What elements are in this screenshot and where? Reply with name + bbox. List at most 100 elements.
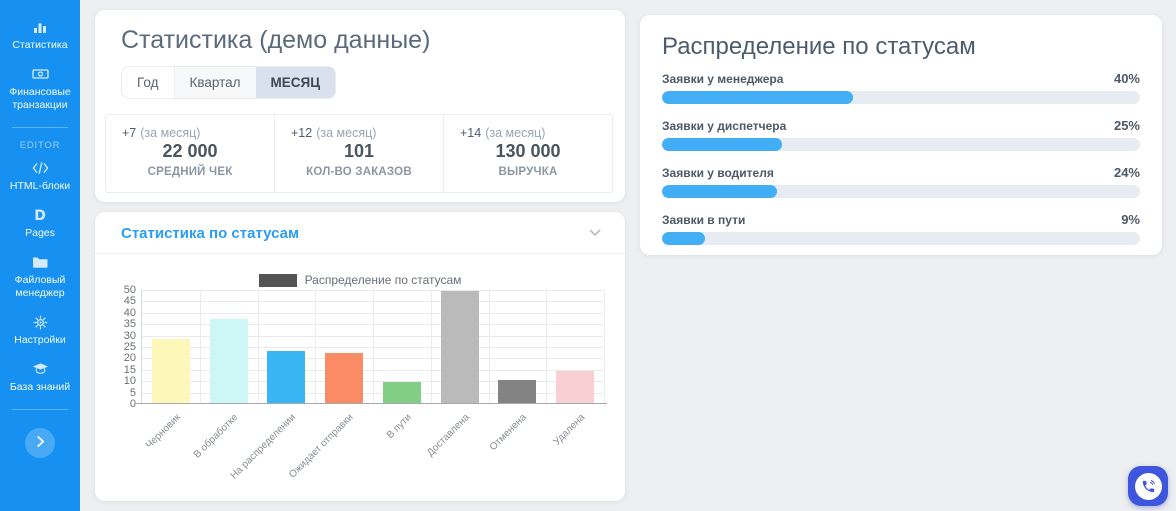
metric-period: (за месяц) xyxy=(140,126,201,140)
bar-4[interactable] xyxy=(325,352,364,403)
sidebar-item-label: Pages xyxy=(25,227,55,239)
bar-6[interactable] xyxy=(440,291,479,403)
status-row-percent: 25% xyxy=(1113,118,1140,133)
sidebar-section-label: EDITOR xyxy=(19,140,61,151)
bar-2[interactable] xyxy=(209,318,248,403)
status-row-dispatcher: Заявки у диспетчера 25% xyxy=(662,118,1140,151)
tab-quarter[interactable]: Квартал xyxy=(175,67,256,98)
chart-card-header[interactable]: Статистика по статусам xyxy=(95,212,625,254)
status-distribution-panel: Распределение по статусам Заявки у менед… xyxy=(640,15,1162,255)
status-row-head: Заявки в пути 9% xyxy=(662,212,1140,227)
status-row-head: Заявки у водителя 24% xyxy=(662,165,1140,180)
period-tabs: Год Квартал МЕСЯЦ xyxy=(121,66,337,99)
chat-fab-button[interactable] xyxy=(1128,466,1168,506)
sidebar-item-settings[interactable]: Настройки xyxy=(0,307,80,354)
sidebar-item-label: База знаний xyxy=(9,381,71,393)
legend-label: Распределение по статусам xyxy=(304,273,462,287)
sidebar-item-label: HTML-блоки xyxy=(9,180,71,192)
pages-icon: D xyxy=(32,207,48,223)
progress-track xyxy=(662,185,1140,198)
y-axis-tick: 20 xyxy=(123,352,136,365)
metric-value: 130 000 xyxy=(495,141,561,161)
page-title: Статистика (демо данные) xyxy=(121,26,431,54)
y-axis-tick: 30 xyxy=(123,329,136,342)
progress-fill xyxy=(662,232,706,245)
sidebar-expand-button[interactable] xyxy=(25,428,55,458)
status-row-percent: 9% xyxy=(1121,212,1140,227)
progress-track xyxy=(662,91,1140,104)
y-axis-tick: 15 xyxy=(123,363,136,376)
bar-8[interactable] xyxy=(556,371,595,403)
tab-month[interactable]: МЕСЯЦ xyxy=(255,67,336,98)
progress-track xyxy=(662,232,1140,245)
x-axis-label: Отменена xyxy=(488,412,530,453)
status-row-label: Заявки у менеджера xyxy=(662,72,784,86)
chart-card-title: Статистика по статусам xyxy=(121,224,300,242)
status-panel-title: Распределение по статусам xyxy=(662,33,976,60)
metric-revenue: +14 (за месяц) 130 000 ВЫРУЧКА xyxy=(444,115,612,192)
progress-fill xyxy=(662,138,782,151)
bar-1[interactable] xyxy=(151,339,190,403)
y-axis-tick: 45 xyxy=(123,295,136,308)
y-axis-tick: 25 xyxy=(123,341,136,353)
chevron-right-icon xyxy=(36,435,45,451)
chart-card: Статистика по статусам Распределение по … xyxy=(95,212,625,501)
sidebar-item-financial-transactions[interactable]: Финансовые транзакции xyxy=(0,59,80,119)
v-gridline xyxy=(546,290,548,404)
status-row-in-transit: Заявки в пути 9% xyxy=(662,212,1140,245)
x-axis-line xyxy=(136,403,607,404)
x-axis-label: Черновик xyxy=(143,412,183,452)
x-axis-label: В пути xyxy=(384,412,414,442)
status-row-head: Заявки у диспетчера 25% xyxy=(662,118,1140,133)
chart-legend: Распределение по статусам xyxy=(95,273,625,287)
y-axis-tick: 5 xyxy=(129,386,136,399)
progress-fill xyxy=(662,91,854,104)
v-gridline xyxy=(199,290,201,404)
y-axis-tick: 40 xyxy=(123,306,136,319)
status-row-label: Заявки в пути xyxy=(662,213,746,227)
phone-chat-icon xyxy=(1134,472,1162,500)
sidebar-divider xyxy=(12,409,68,410)
v-gridline xyxy=(373,290,374,404)
metric-caption: ВЫРУЧКА xyxy=(498,166,558,178)
status-row-manager: Заявки у менеджера 40% xyxy=(662,71,1140,104)
sidebar-item-label: Файловый менеджер xyxy=(14,274,66,299)
v-gridline xyxy=(315,290,317,404)
v-gridline xyxy=(604,290,605,404)
y-axis-tick: 35 xyxy=(123,318,136,331)
y-axis-tick: 0 xyxy=(129,398,136,410)
metric-caption: СРЕДНИЙ ЧЕК xyxy=(147,166,233,178)
x-axis-label: Ожидает отправки xyxy=(287,412,356,481)
y-axis-tick: 10 xyxy=(123,375,136,388)
sidebar-item-label: Финансовые транзакции xyxy=(9,86,71,111)
metric-average-check: +7 (за месяц) 22 000 СРЕДНИЙ ЧЕК xyxy=(106,115,275,192)
sidebar: Статистика Финансовые транзакции EDITOR HTM… xyxy=(0,0,80,511)
tab-year[interactable]: Год xyxy=(122,67,175,98)
metric-delta-line: +14 (за месяц) xyxy=(460,126,596,140)
sidebar-item-label: Настройки xyxy=(14,334,66,346)
progress-fill xyxy=(662,185,777,198)
metric-delta: +14 xyxy=(460,126,482,140)
app-root: Статистика Финансовые транзакции EDITOR HTM… xyxy=(0,0,1176,511)
sidebar-item-pages[interactable]: D Pages xyxy=(0,200,80,247)
sidebar-item-file-manager[interactable]: Файловый менеджер xyxy=(0,247,80,307)
banknote-icon xyxy=(31,66,49,82)
sidebar-item-statistics[interactable]: Статистика xyxy=(0,12,80,59)
sidebar-item-knowledge-base[interactable]: База знаний xyxy=(0,354,80,401)
bar-5[interactable] xyxy=(382,382,421,403)
metric-delta: +12 xyxy=(291,126,313,140)
metric-value: 22 000 xyxy=(162,141,218,161)
x-axis-label: Удалена xyxy=(551,412,587,448)
chevron-down-icon[interactable] xyxy=(589,224,601,242)
legend-swatch xyxy=(258,273,297,287)
metric-delta-line: +12 (за месяц) xyxy=(291,126,427,140)
metrics-row: +7 (за месяц) 22 000 СРЕДНИЙ ЧЕК +12 (за меся… xyxy=(105,114,613,193)
status-row-label: Заявки у диспетчера xyxy=(662,119,787,133)
bar-chart: 0 5 10 15 20 25 30 35 40 45 50 Черновик В обработке Н… xyxy=(124,284,607,481)
bar-3[interactable] xyxy=(267,350,306,403)
status-rows: Заявки у менеджера 40% Заявки у диспетчера… xyxy=(662,71,1140,245)
status-row-driver: Заявки у водителя 24% xyxy=(662,165,1140,198)
bar-7[interactable] xyxy=(498,380,537,403)
sidebar-item-html-blocks[interactable]: HTML-блоки xyxy=(0,153,80,200)
graduation-cap-icon xyxy=(32,361,49,377)
